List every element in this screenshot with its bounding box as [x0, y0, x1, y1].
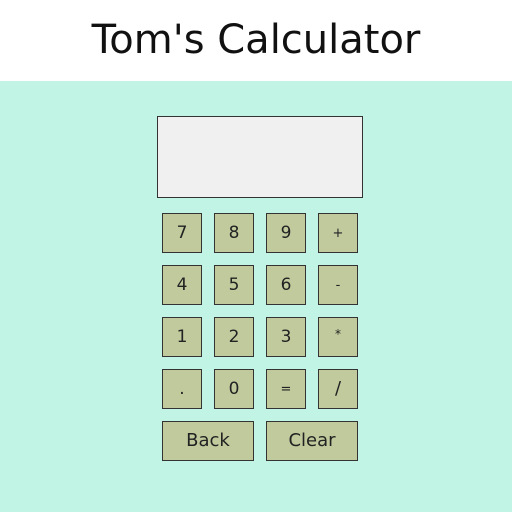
key-6[interactable]: 6 [266, 265, 306, 305]
key-5[interactable]: 5 [214, 265, 254, 305]
header: Tom's Calculator [0, 0, 512, 81]
key-plus-label: + [332, 225, 344, 241]
key-6-label: 6 [280, 274, 292, 295]
key-multiply[interactable]: * [318, 317, 358, 357]
clear-button[interactable]: Clear [266, 421, 358, 461]
key-3-label: 3 [280, 326, 292, 347]
key-7[interactable]: 7 [162, 213, 202, 253]
clear-button-label: Clear [288, 430, 336, 451]
key-equals[interactable]: = [266, 369, 306, 409]
page-title: Tom's Calculator [91, 17, 421, 63]
back-button[interactable]: Back [162, 421, 254, 461]
key-0[interactable]: 0 [214, 369, 254, 409]
calculator-area: 7 8 9 + 4 5 6 - 1 2 3 * . 0 = / Back Cle… [0, 81, 512, 512]
key-7-label: 7 [176, 222, 188, 243]
key-minus[interactable]: - [318, 265, 358, 305]
key-minus-label: - [335, 277, 341, 293]
key-3[interactable]: 3 [266, 317, 306, 357]
key-9-label: 9 [280, 222, 292, 243]
back-button-label: Back [186, 430, 230, 451]
key-multiply-label: * [335, 327, 341, 341]
key-plus[interactable]: + [318, 213, 358, 253]
key-8[interactable]: 8 [214, 213, 254, 253]
key-decimal[interactable]: . [162, 369, 202, 409]
key-decimal-label: . [179, 379, 185, 399]
key-1[interactable]: 1 [162, 317, 202, 357]
key-4[interactable]: 4 [162, 265, 202, 305]
key-4-label: 4 [176, 274, 188, 295]
key-8-label: 8 [228, 222, 240, 243]
key-equals-label: = [280, 381, 292, 397]
key-1-label: 1 [176, 326, 188, 347]
key-2[interactable]: 2 [214, 317, 254, 357]
key-2-label: 2 [228, 326, 240, 347]
calculator-display [157, 116, 363, 198]
key-divide[interactable]: / [318, 369, 358, 409]
key-5-label: 5 [228, 274, 240, 295]
key-9[interactable]: 9 [266, 213, 306, 253]
key-0-label: 0 [228, 378, 240, 399]
key-divide-label: / [334, 378, 342, 399]
